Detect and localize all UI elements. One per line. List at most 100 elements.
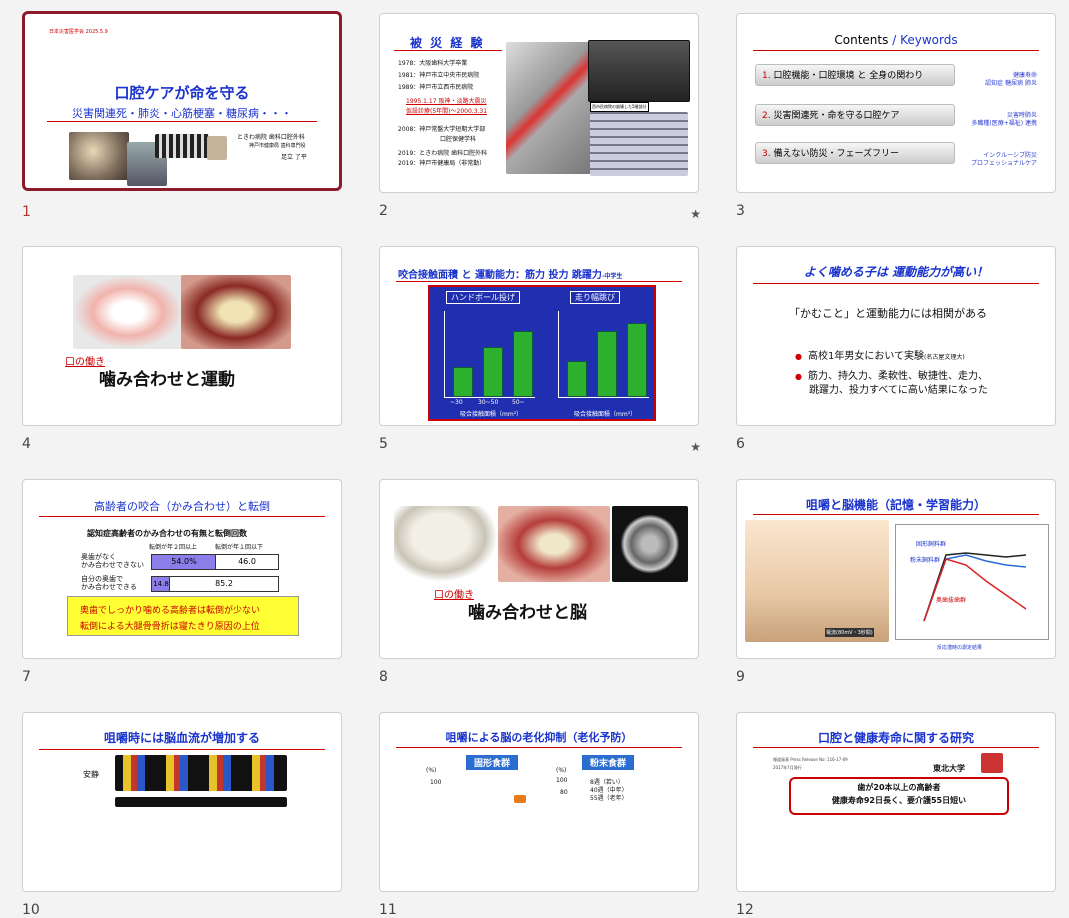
slide-thumb-2[interactable]: 被 災 経 験 1978：大阪歯科大学卒業 1981：神戸市立中央市民病院 19…: [379, 13, 701, 221]
slide-preview-6[interactable]: よく噛める子は 運動能力が高い！ 「かむこと」と運動能力には相関がある 高校1年…: [736, 246, 1056, 426]
axis-label: 吸合接触面積（mm²）: [574, 411, 637, 418]
slide-title: 噛み合わせと脳: [468, 603, 587, 623]
slide-number: 5: [379, 436, 388, 452]
slide-number: 6: [736, 436, 745, 452]
slide-title: 咀嚼による脳の老化抑制（老化予防）: [445, 731, 633, 744]
book-photo: [155, 134, 209, 158]
slide-thumb-6[interactable]: よく噛める子は 運動能力が高い！ 「かむこと」と運動能力には相関がある 高校1年…: [736, 246, 1058, 452]
slide-thumb-8[interactable]: 口の働き 噛み合わせと脳 8: [379, 479, 701, 685]
series-label: 奥歯抜歯群: [936, 597, 967, 604]
keyword: 健康寿命: [1012, 72, 1037, 79]
axis-unit: (%): [556, 767, 567, 774]
bar-segment: 54.0%: [151, 554, 217, 570]
slide-preview-11[interactable]: 咀嚼による脳の老化抑制（老化予防） 固形食群 粉末食群 (%) 100 (%) …: [379, 712, 699, 892]
transition-star-icon: ★: [690, 207, 701, 221]
keyword: プロフェッショナルケア: [970, 160, 1037, 167]
tick-label: 80: [560, 789, 568, 796]
slide-preview-10[interactable]: 咀嚼時には脳血流が増加する 安静: [22, 712, 342, 892]
career-line: 1981：神戸市立中央市民病院: [398, 72, 480, 79]
author-name: 足立 了平: [281, 154, 307, 161]
tick-label: 100: [556, 777, 568, 784]
keywords-1: 健康寿命 認知症 糖尿病 肺炎: [985, 72, 1037, 88]
slide-preview-8[interactable]: 口の働き 噛み合わせと脳: [379, 479, 699, 659]
bullet-text: 高校1年男女において実験: [807, 351, 925, 362]
slide-title: 口腔ケアが命を守る: [114, 84, 250, 102]
row-label: 安静: [83, 770, 99, 779]
keyword: 災害時肺炎: [1006, 112, 1037, 119]
row-label: かみ合わせできない: [81, 561, 144, 569]
slide-title: 被 災 経 験: [410, 36, 485, 50]
slide-preview-2[interactable]: 被 災 経 験 1978：大阪歯科大学卒業 1981：神戸市立中央市民病院 19…: [379, 13, 699, 193]
skull-photo: [394, 506, 498, 582]
slide-preview-4[interactable]: 口の働き 噛み合わせと運動: [22, 246, 342, 426]
slide-number: 9: [736, 669, 745, 685]
bullet-item: 高校1年男女において実験(名古屋文理大): [795, 347, 965, 362]
divider: [753, 283, 1039, 284]
university-name: 東北大学: [933, 764, 965, 773]
highlight-box: 歯が20本以上の高齢者 健康寿命92日長く、要介護55日短い: [789, 777, 1009, 815]
tick-label: 30~50: [478, 399, 499, 406]
highlight-line: 健康寿命92日長く、要介護55日短い: [831, 796, 967, 805]
slide-number: 7: [22, 669, 31, 685]
slide-number: 8: [379, 669, 388, 685]
keyword: 認知症 糖尿病 肺炎: [985, 80, 1037, 87]
slide-preview-1[interactable]: 日本災害医学会 2025.5.9 口腔ケアが命を守る 災害関連死・肺炎・心筋梗塞…: [22, 11, 342, 191]
highlight-line: 転倒による大腿骨骨折は寝たきり原因の上位: [80, 622, 260, 632]
contents-item-2: 2. 災害関連死・命を守る口腔ケア: [755, 104, 955, 126]
item-number: 1.: [762, 71, 771, 81]
title-main: 咬合接触面積 と 運動能力：筋力 投力 跳躍力: [398, 270, 602, 281]
slide-preview-12[interactable]: 口腔と健康寿命に関する研究 報道発表 Press Release No: 116…: [736, 712, 1056, 892]
legend-item: 55週（老年）: [590, 795, 628, 802]
career-line: 1995.1.17 阪神・淡路大震災: [406, 98, 487, 105]
divider: [396, 747, 682, 748]
slide-preview-9[interactable]: 咀嚼と脳機能（記憶・学習能力） 電流(80mV・3秒間) 固形飼料群 粉末飼料群…: [736, 479, 1056, 659]
slide-text: 「かむこと」と運動能力には相関がある: [789, 307, 987, 320]
divider: [753, 50, 1039, 51]
slide-thumb-10[interactable]: 咀嚼時には脳血流が増加する 安静 10: [22, 712, 344, 918]
slide-thumb-11[interactable]: 咀嚼による脳の老化抑制（老化予防） 固形食群 粉末食群 (%) 100 (%) …: [379, 712, 701, 918]
keywords-2: 災害時肺炎 多職種(医療+福祉) 連携: [971, 112, 1037, 128]
career-line: 1989：神戸市立西市民病院: [398, 84, 474, 91]
transition-star-icon: ★: [690, 440, 701, 454]
slide-thumb-1[interactable]: 日本災害医学会 2025.5.9 口腔ケアが命を守る 災害関連死・肺炎・心筋梗塞…: [22, 11, 344, 220]
series-powder-line: [923, 554, 1027, 622]
career-line: 仮設診療(5年間)～2000.3.31: [406, 108, 488, 115]
chart-panel: ハンドボール投げ 走り幅跳び ~30 30~50 50~ 吸合接触面積（mm²）…: [428, 285, 656, 421]
slide-thumb-3[interactable]: Contents / Keywords 1. 口腔機能・口腔環境 と 全身の関わ…: [736, 13, 1058, 219]
career-line: 2019：ときわ病院 歯科口腔外科: [398, 150, 488, 157]
highlight-line: 奥歯でしっかり噛める高齢者は転倒が少ない: [80, 606, 261, 616]
bar: [514, 795, 526, 803]
chart-label-handball: ハンドボール投げ: [446, 291, 520, 304]
slide-preview-3[interactable]: Contents / Keywords 1. 口腔機能・口腔環境 と 全身の関わ…: [736, 13, 1056, 193]
chart-plot-right: [558, 311, 649, 398]
slide-preview-7[interactable]: 高齢者の咬合（かみ合わせ）と転倒 認知症高齢者のかみ合わせの有無と転倒回数 転倒…: [22, 479, 342, 659]
slide-number: 2: [379, 203, 388, 219]
bar: [453, 367, 473, 397]
contents-item-1: 1. 口腔機能・口腔環境 と 全身の関わり: [755, 64, 955, 86]
slide-subtitle: 災害関連死・肺炎・心筋梗塞・糖尿病・・・: [72, 107, 292, 120]
rescue-photo: [506, 42, 592, 174]
divider: [39, 749, 325, 750]
highlight-box: 奥歯でしっかり噛める高齢者は転倒が少ない 転倒による大腿骨骨折は寝たきり原因の上…: [67, 596, 299, 636]
slide-thumb-5[interactable]: 咬合接触面積 と 運動能力：筋力 投力 跳躍力-中学生 ハンドボール投げ 走り幅…: [379, 246, 701, 454]
rat-maze-illustration: 電流(80mV・3秒間): [745, 520, 889, 642]
slide-number: 1: [22, 204, 31, 220]
slide-preview-5[interactable]: 咬合接触面積 と 運動能力：筋力 投力 跳躍力-中学生 ハンドボール投げ 走り幅…: [379, 246, 699, 426]
issue-date: 2017年7月発行: [773, 765, 802, 770]
slide-thumb-7[interactable]: 高齢者の咬合（かみ合わせ）と転倒 認知症高齢者のかみ合わせの有無と転倒回数 転倒…: [22, 479, 344, 685]
slide-title: 咀嚼と脳機能（記憶・学習能力）: [805, 498, 986, 512]
contents-item-3: 3. 備えない防災・フェーズフリー: [755, 142, 955, 164]
denture-photo: [73, 275, 183, 349]
legend-less: 転倒が年１回以下: [215, 544, 264, 551]
mouth-photo: [498, 506, 610, 582]
axis-label: 吸合接触面積（mm²）: [460, 411, 523, 418]
slide-thumb-12[interactable]: 口腔と健康寿命に関する研究 報道発表 Press Release No: 116…: [736, 712, 1058, 918]
axis-unit: (%): [426, 767, 437, 774]
keywords-label: Keywords: [900, 33, 958, 47]
bar-segment: 46.0: [215, 554, 279, 570]
keywords-3: インクルーシブ防災 プロフェッショナルケア: [971, 152, 1037, 168]
series-label: 粉末飼料群: [910, 557, 941, 564]
slide-thumb-9[interactable]: 咀嚼と脳機能（記憶・学習能力） 電流(80mV・3秒間) 固形飼料群 粉末飼料群…: [736, 479, 1058, 685]
slide-thumb-4[interactable]: 口の働き 噛み合わせと運動 4: [22, 246, 344, 452]
author-role: 神戸市健康局 歯科専門役: [249, 143, 306, 149]
